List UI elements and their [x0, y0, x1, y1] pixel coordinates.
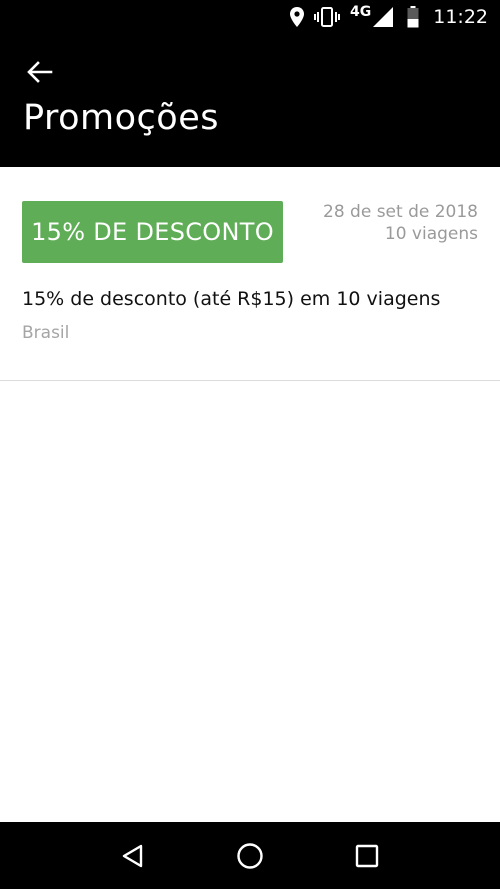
system-nav-bar	[0, 822, 500, 889]
network-type-label: 4G	[350, 4, 372, 20]
back-button[interactable]	[18, 54, 62, 90]
nav-back-button[interactable]	[108, 831, 158, 881]
promo-expiry-date: 28 de set de 2018	[323, 202, 478, 222]
vibrate-icon	[314, 7, 340, 27]
promo-trip-count: 10 viagens	[384, 224, 478, 244]
location-icon	[290, 7, 304, 27]
arrow-back-icon	[27, 61, 53, 83]
promo-meta: 28 de set de 2018 10 viagens	[323, 201, 478, 245]
nav-recents-button[interactable]	[342, 831, 392, 881]
signal-icon	[373, 7, 394, 27]
status-bar: 4G 11:22	[0, 0, 500, 34]
recents-square-icon	[355, 844, 378, 867]
home-circle-icon	[237, 842, 263, 869]
battery-icon	[407, 6, 419, 28]
promo-description: 15% de desconto (até R$15) em 10 viagens	[22, 288, 441, 310]
promotions-screen: 4G 11:22 Promoções 15% DE DESCONTO 28 de	[0, 0, 500, 889]
page-title: Promoções	[23, 98, 219, 138]
back-triangle-icon	[123, 844, 143, 867]
app-bar: Promoções	[0, 34, 500, 167]
nav-home-button[interactable]	[225, 831, 275, 881]
promo-region: Brasil	[22, 323, 70, 343]
discount-badge: 15% DE DESCONTO	[22, 201, 283, 263]
clock-time: 11:22	[433, 6, 488, 28]
promo-card[interactable]: 15% DE DESCONTO 28 de set de 2018 10 via…	[0, 167, 500, 381]
